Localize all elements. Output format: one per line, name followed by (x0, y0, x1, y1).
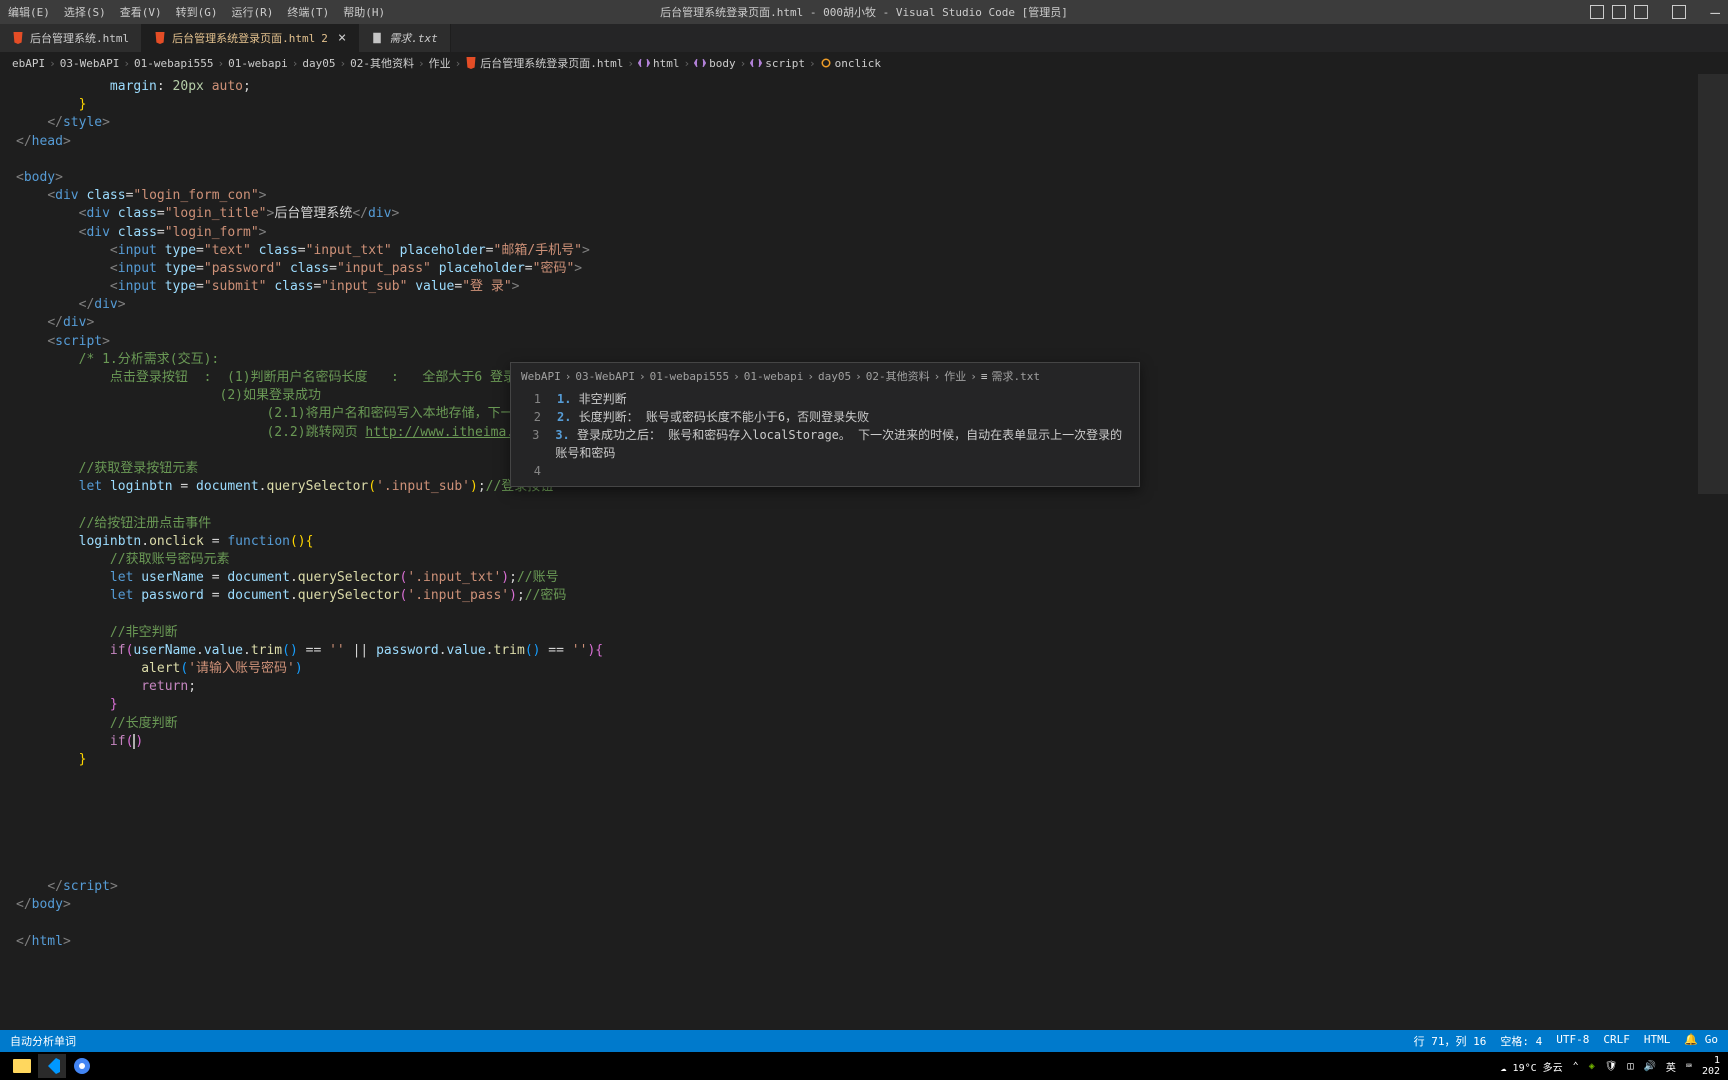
peek-popup: WebAPI› 03-WebAPI› 01-webapi555› 01-weba… (510, 362, 1140, 487)
tab-3[interactable]: 需求.txt (359, 24, 451, 52)
status-encoding[interactable]: UTF-8 (1556, 1033, 1589, 1049)
status-position[interactable]: 行 71，列 16 (1414, 1033, 1487, 1049)
status-go[interactable]: 🔔 Go (1684, 1033, 1718, 1049)
menu-left: 编辑(E) 选择(S) 查看(V) 转到(G) 运行(R) 终端(T) 帮助(H… (8, 4, 385, 20)
crumb-body[interactable]: body (694, 57, 736, 70)
menu-help[interactable]: 帮助(H) (343, 4, 385, 20)
crumb-file[interactable]: 后台管理系统登录页面.html (465, 55, 623, 71)
status-left-text[interactable]: 自动分析单词 (10, 1033, 76, 1049)
tab-2-label: 后台管理系统登录页面.html (172, 30, 315, 46)
layout-icon-2[interactable] (1612, 5, 1626, 19)
tab-3-label: 需求.txt (389, 30, 438, 46)
crumb-1[interactable]: ebAPI (12, 57, 45, 70)
crumb-2[interactable]: 03-WebAPI (60, 57, 120, 70)
minimize-icon[interactable]: — (1710, 3, 1720, 22)
layout-icon-4[interactable] (1672, 5, 1686, 19)
layout-icon-3[interactable] (1634, 5, 1648, 19)
menu-select[interactable]: 选择(S) (64, 4, 106, 20)
tray-network-icon[interactable]: ◫ (1627, 1061, 1633, 1072)
chrome-icon[interactable] (68, 1054, 96, 1078)
tray-keyboard-icon[interactable]: ⌨ (1686, 1061, 1692, 1072)
crumb-6[interactable]: 02-其他资料 (350, 55, 414, 71)
tab-2-active[interactable]: 后台管理系统登录页面.html 2 × (142, 24, 359, 52)
crumb-4[interactable]: 01-webapi (228, 57, 288, 70)
close-icon[interactable]: × (338, 30, 346, 46)
peek-breadcrumb: WebAPI› 03-WebAPI› 01-webapi555› 01-weba… (521, 369, 1129, 386)
tabs-bar: 后台管理系统.html 后台管理系统登录页面.html 2 × 需求.txt (0, 24, 1728, 52)
crumb-3[interactable]: 01-webapi555 (134, 57, 213, 70)
tray-ime[interactable]: 英 (1666, 1059, 1676, 1074)
explorer-icon[interactable] (8, 1054, 36, 1078)
tray-time: 1202 (1702, 1055, 1720, 1077)
status-spaces[interactable]: 空格: 4 (1500, 1033, 1542, 1049)
weather-widget[interactable]: ☁ 19°C 多云 (1501, 1059, 1563, 1074)
tray-chevron-icon[interactable]: ⌃ (1573, 1061, 1579, 1072)
taskbar: ☁ 19°C 多云 ⌃ ◈ 🛡 ◫ 🔊 英 ⌨ 1202 (0, 1052, 1728, 1080)
menu-edit[interactable]: 编辑(E) (8, 4, 50, 20)
html-icon (12, 32, 24, 44)
vscode-icon[interactable] (38, 1054, 66, 1078)
tray-volume-icon[interactable]: 🔊 (1643, 1061, 1655, 1072)
tab-1[interactable]: 后台管理系统.html (0, 24, 142, 52)
crumb-onclick[interactable]: onclick (820, 57, 881, 70)
code-editor[interactable]: margin: 20px auto; } </style> </head> <b… (0, 74, 1728, 955)
menu-go[interactable]: 转到(G) (176, 4, 218, 20)
status-eol[interactable]: CRLF (1603, 1033, 1630, 1049)
minimap[interactable] (1698, 74, 1728, 774)
crumb-script[interactable]: script (750, 57, 805, 70)
breadcrumb[interactable]: ebAPI› 03-WebAPI› 01-webapi555› 01-webap… (0, 52, 1728, 74)
crumb-7[interactable]: 作业 (429, 55, 451, 71)
html-icon (154, 32, 166, 44)
crumb-html[interactable]: html (638, 57, 680, 70)
status-bar: 自动分析单词 行 71，列 16 空格: 4 UTF-8 CRLF HTML 🔔… (0, 1030, 1728, 1052)
menu-bar: 编辑(E) 选择(S) 查看(V) 转到(G) 运行(R) 终端(T) 帮助(H… (0, 0, 1728, 24)
window-title: 后台管理系统登录页面.html - 000胡小牧 - Visual Studio… (660, 4, 1068, 20)
menu-run[interactable]: 运行(R) (232, 4, 274, 20)
menu-terminal[interactable]: 终端(T) (287, 4, 329, 20)
tray-icon[interactable]: ◈ (1589, 1061, 1595, 1072)
tab-2-modified: 2 (321, 32, 328, 45)
window-controls: — (1590, 3, 1720, 22)
crumb-5[interactable]: day05 (302, 57, 335, 70)
text-file-icon (371, 32, 383, 44)
menu-view[interactable]: 查看(V) (120, 4, 162, 20)
tray-shield-icon[interactable]: 🛡 (1605, 1061, 1618, 1072)
status-lang[interactable]: HTML (1644, 1033, 1671, 1049)
layout-icon-1[interactable] (1590, 5, 1604, 19)
tab-1-label: 后台管理系统.html (30, 30, 129, 46)
